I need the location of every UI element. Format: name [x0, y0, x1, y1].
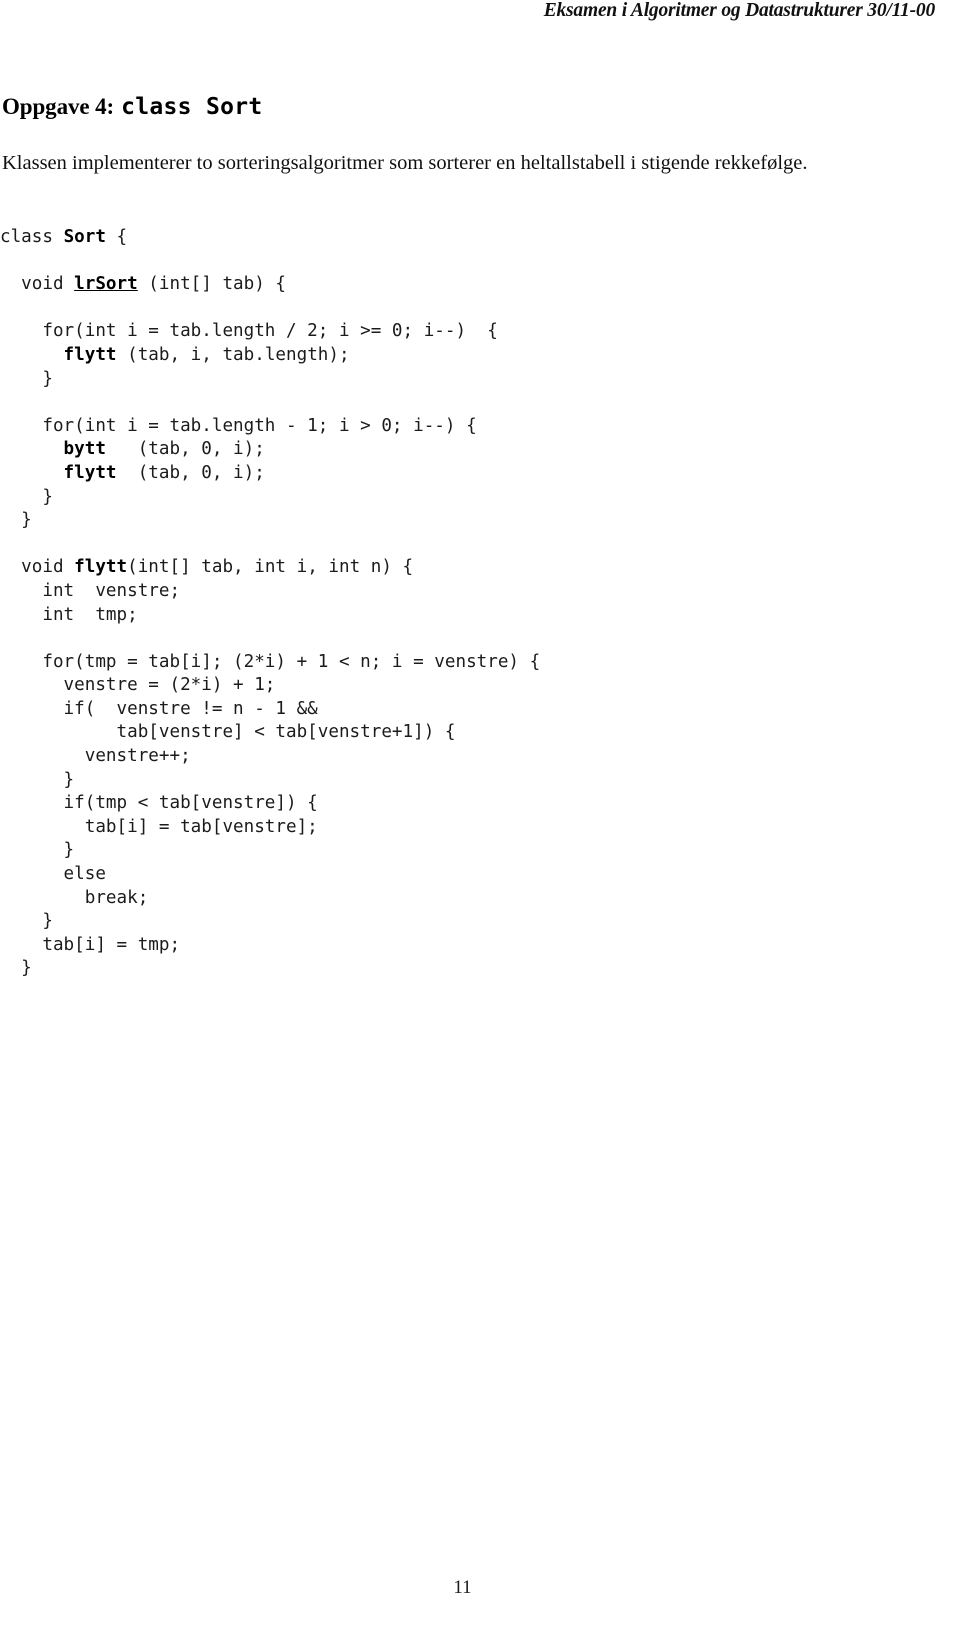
code-token: }: [0, 911, 53, 932]
code-token: }: [0, 840, 75, 861]
code-line: }: [0, 910, 960, 934]
code-token: break;: [0, 887, 149, 908]
code-line: bytt (tab, 0, i);: [0, 438, 960, 462]
code-line: tab[i] = tab[venstre];: [0, 816, 960, 840]
code-token: }: [0, 769, 75, 790]
code-line: else: [0, 863, 960, 887]
code-token-bold: flytt: [0, 344, 117, 365]
code-token: (tab, 0, i);: [105, 439, 265, 460]
code-token: if(tmp < tab[venstre]) {: [0, 793, 318, 814]
code-token: (int[] tab, int i, int n) {: [127, 557, 414, 578]
code-line: flytt (tab, i, tab.length);: [0, 344, 960, 368]
code-token: }: [0, 510, 32, 531]
code-token: }: [0, 958, 32, 979]
code-line: venstre++;: [0, 745, 960, 769]
code-token: }: [0, 368, 53, 389]
code-line: int venstre;: [0, 580, 960, 604]
code-token: tab[i] = tmp;: [0, 934, 181, 955]
code-token: class: [0, 227, 64, 247]
code-line: }: [0, 486, 960, 510]
code-line: }: [0, 957, 960, 981]
code-line: }: [0, 769, 960, 793]
code-token: venstre = (2*i) + 1;: [0, 675, 276, 696]
code-line: }: [0, 509, 960, 533]
code-line: for(tmp = tab[i]; (2*i) + 1 < n; i = ven…: [0, 651, 960, 675]
intro-paragraph: Klassen implementerer to sorteringsalgor…: [2, 152, 808, 174]
code-line: flytt (tab, 0, i);: [0, 462, 960, 486]
code-token: for(tmp = tab[i]; (2*i) + 1 < n; i = ven…: [0, 651, 541, 672]
page-number: 11: [453, 1577, 472, 1598]
code-token: }: [0, 486, 53, 507]
code-token: else: [0, 864, 106, 885]
code-listing: class Sort { void lrSort (int[] tab) { f…: [0, 226, 960, 981]
code-token-bold: flytt: [74, 557, 128, 578]
code-line: int tmp;: [0, 604, 960, 628]
code-line: class Sort {: [0, 226, 960, 250]
code-token: (tab, i, tab.length);: [116, 344, 350, 365]
code-line: }: [0, 839, 960, 863]
code-token-bold: bytt: [0, 439, 106, 460]
code-token: venstre++;: [0, 746, 191, 767]
code-line: venstre = (2*i) + 1;: [0, 674, 960, 698]
code-token: for(int i = tab.length - 1; i > 0; i--) …: [0, 415, 477, 436]
code-token: tab[i] = tab[venstre];: [0, 816, 318, 837]
code-token: (int[] tab) {: [137, 274, 287, 295]
page-title: Oppgave 4: class Sort: [2, 94, 263, 120]
code-token: {: [105, 227, 128, 247]
code-line: for(int i = tab.length / 2; i >= 0; i--)…: [0, 320, 960, 344]
code-line: for(int i = tab.length - 1; i > 0; i--) …: [0, 415, 960, 439]
code-token: void: [0, 557, 75, 578]
code-line: }: [0, 368, 960, 392]
code-line: void lrSort (int[] tab) {: [0, 273, 960, 297]
code-line: if(tmp < tab[venstre]) {: [0, 792, 960, 816]
code-token: void: [0, 274, 75, 295]
code-line: break;: [0, 887, 960, 911]
page-title-code: class Sort: [121, 94, 263, 120]
code-token: if( venstre != n - 1 &&: [0, 698, 318, 719]
code-token: tab[venstre] < tab[venstre+1]) {: [0, 722, 456, 743]
code-line: if( venstre != n - 1 &&: [0, 698, 960, 722]
code-token-bold: flytt: [0, 462, 117, 483]
code-line: void flytt(int[] tab, int i, int n) {: [0, 556, 960, 580]
code-token: for(int i = tab.length / 2; i >= 0; i--)…: [0, 321, 498, 342]
code-token-method-name: lrSort: [74, 274, 138, 295]
running-header: Eksamen i Algoritmer og Datastrukturer 3…: [543, 0, 936, 21]
code-token: int tmp;: [0, 604, 138, 625]
code-line: tab[venstre] < tab[venstre+1]) {: [0, 721, 960, 745]
code-token-bold: Sort: [63, 227, 106, 247]
code-token: int venstre;: [0, 580, 181, 601]
code-line: tab[i] = tmp;: [0, 934, 960, 958]
page-title-label: Oppgave 4:: [2, 94, 115, 119]
code-token: (tab, 0, i);: [116, 462, 265, 483]
